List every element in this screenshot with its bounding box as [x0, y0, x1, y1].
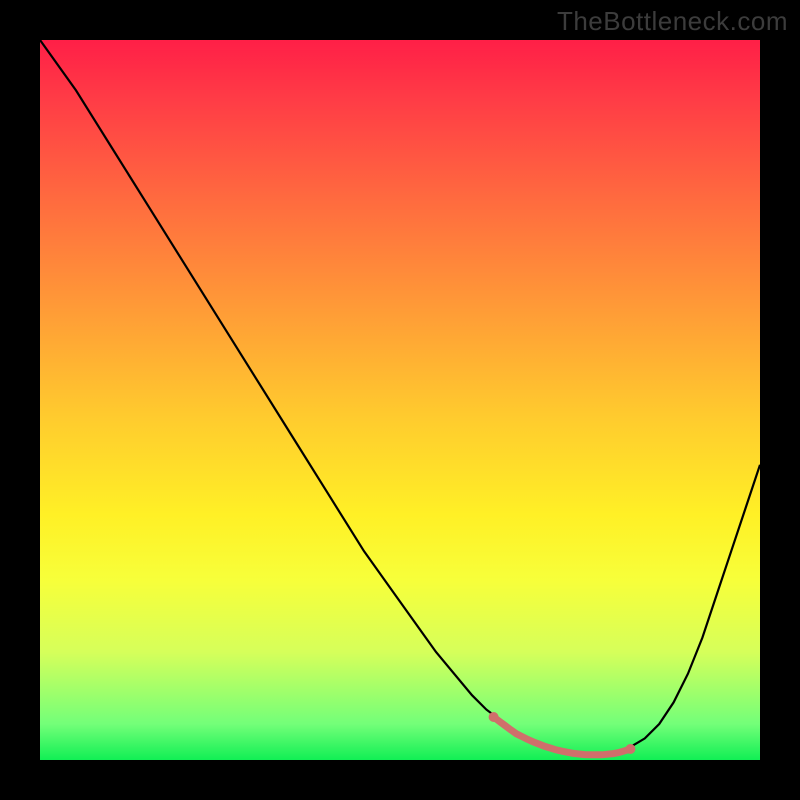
curve-overlay-svg [40, 40, 760, 760]
optimal-range-end-dot [625, 744, 635, 754]
optimal-range-marker [494, 717, 631, 755]
chart-frame: TheBottleneck.com [0, 0, 800, 800]
watermark-text: TheBottleneck.com [557, 6, 788, 37]
optimal-range-start-dot [489, 712, 499, 722]
plot-area [40, 40, 760, 760]
bottleneck-curve [40, 40, 760, 753]
